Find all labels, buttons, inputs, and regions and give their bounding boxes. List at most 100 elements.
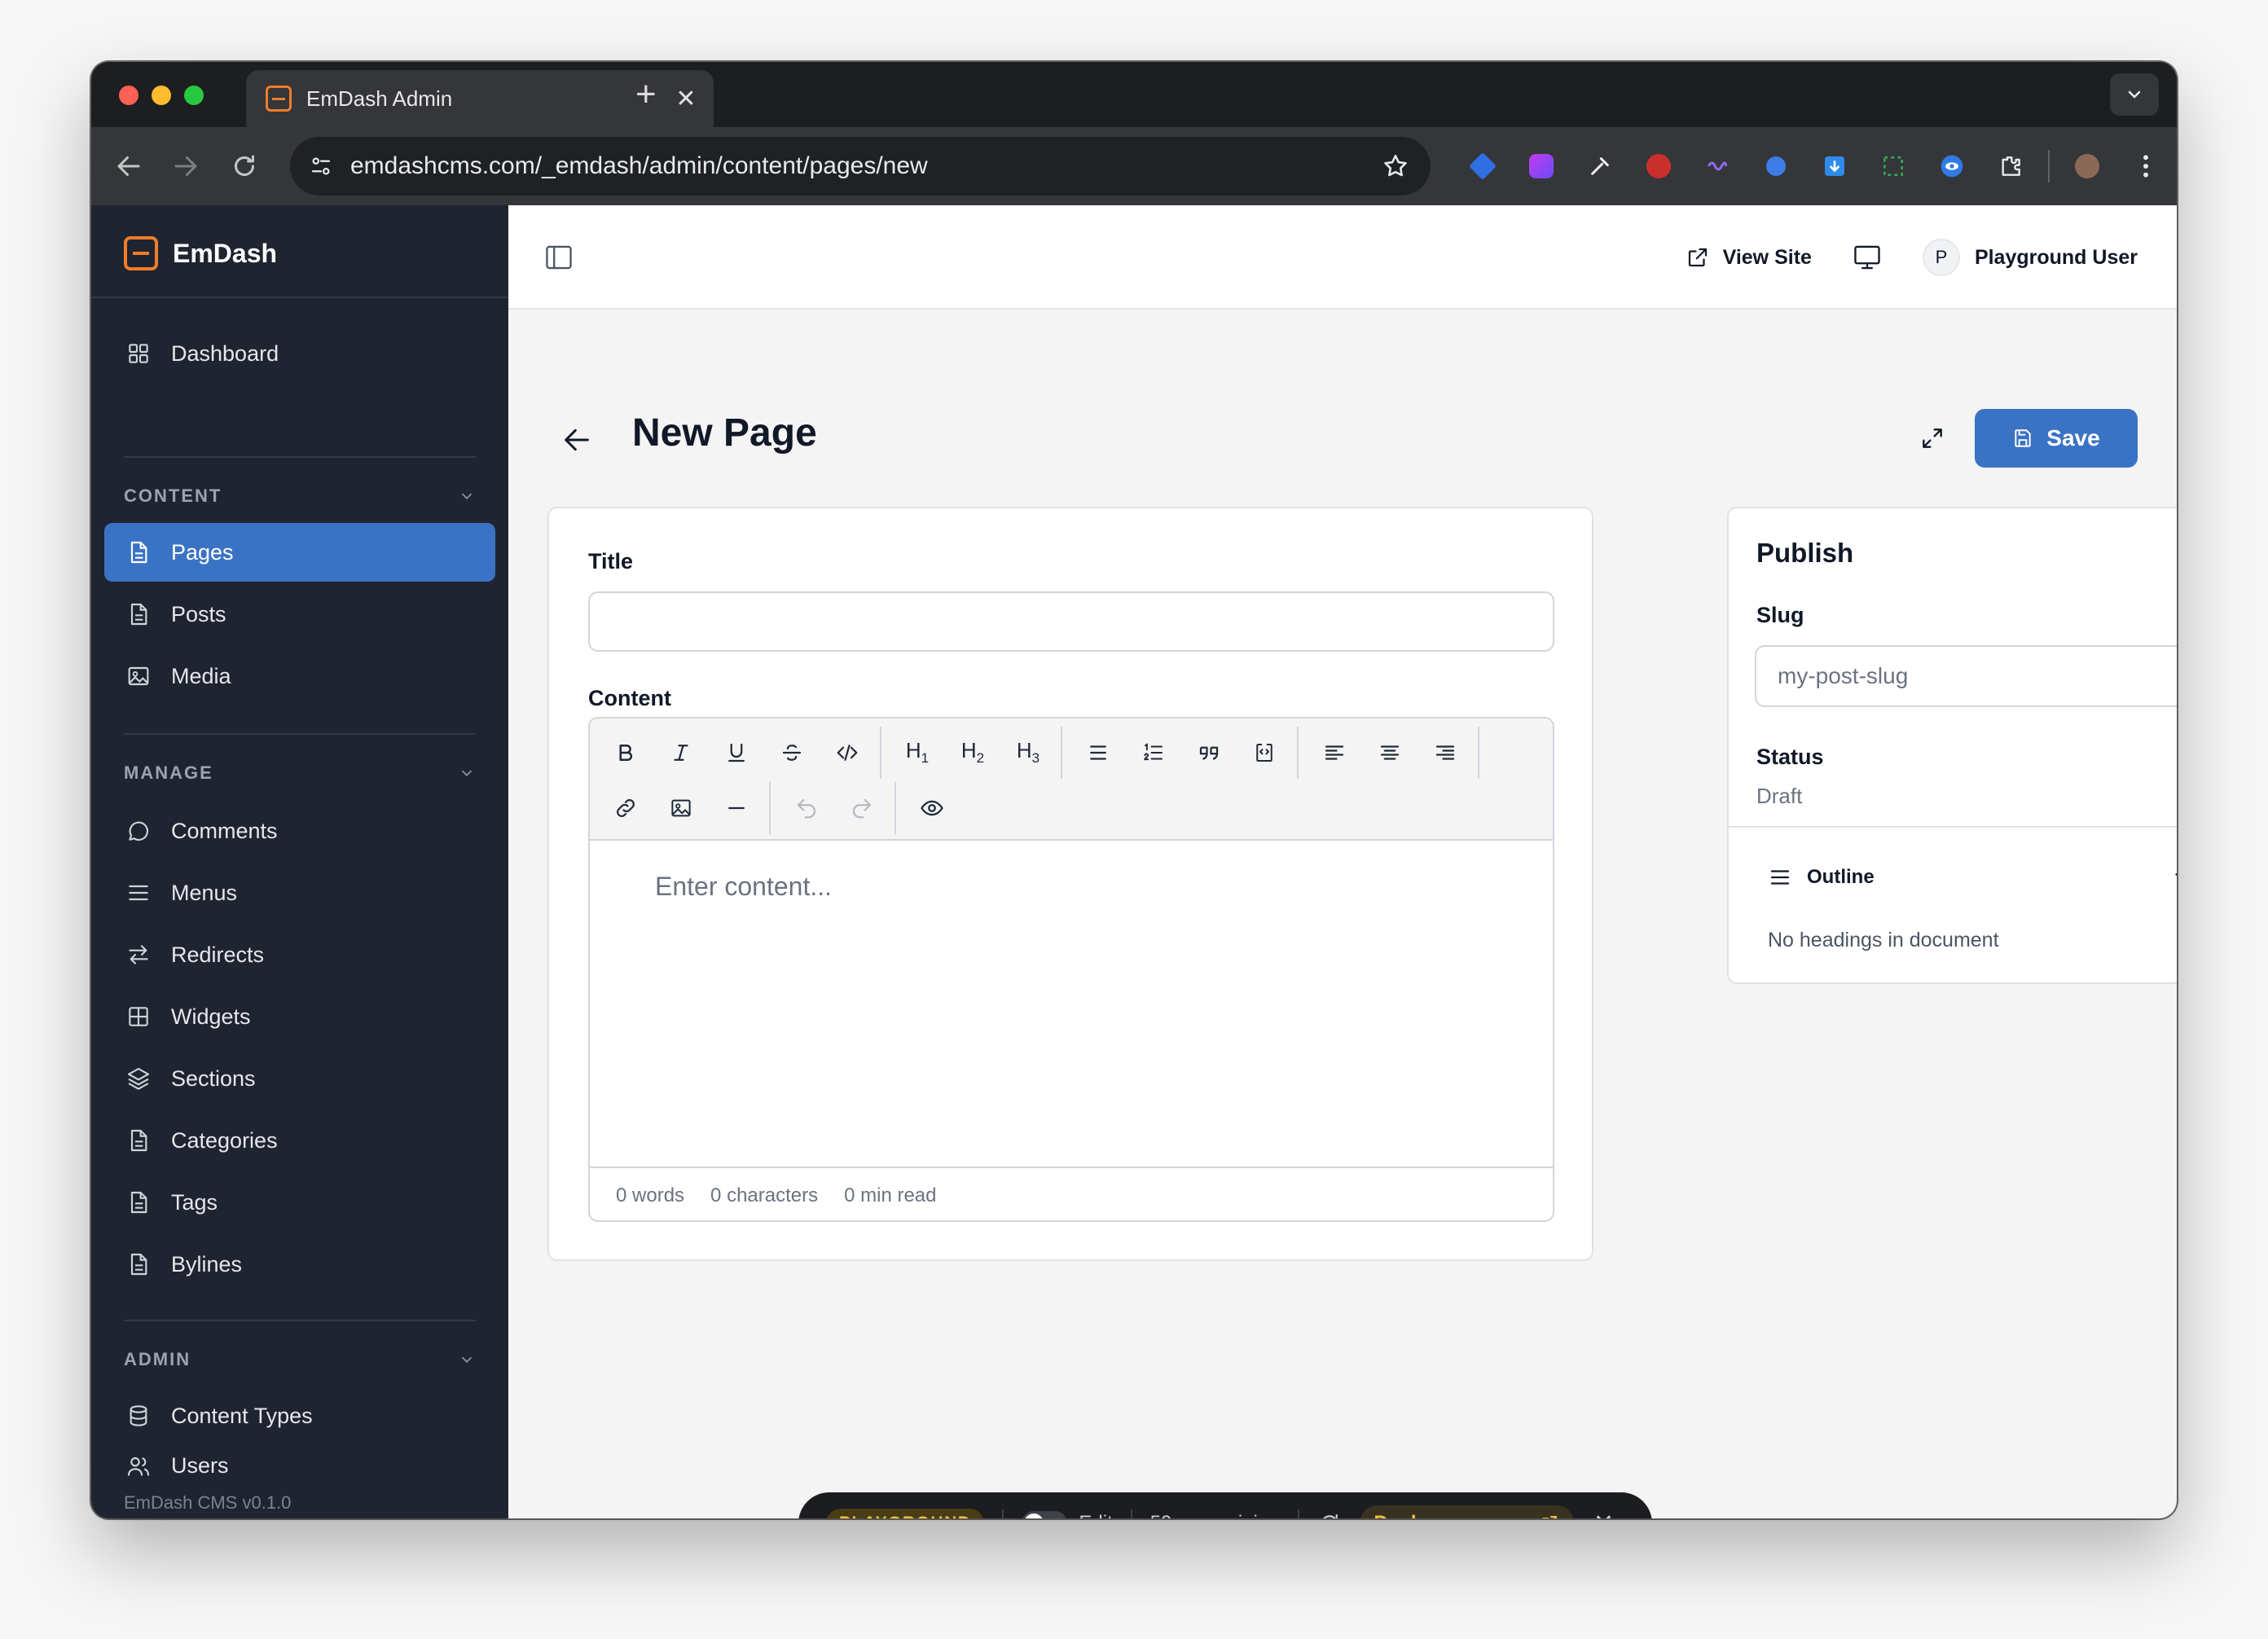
sidebar-item-pages[interactable]: Pages (104, 523, 495, 582)
sidebar-divider (124, 456, 476, 458)
heading-2-button[interactable]: H2 (950, 730, 996, 776)
sidebar-section-content[interactable]: CONTENT (124, 484, 476, 508)
title-input[interactable] (588, 591, 1554, 652)
redo-button[interactable] (839, 785, 885, 831)
user-name[interactable]: Playground User (1975, 246, 2138, 270)
brand[interactable]: EmDash (124, 236, 277, 270)
reload-button[interactable] (230, 152, 259, 181)
deploy-your-own-link[interactable]: Deploy your own (1359, 1505, 1574, 1518)
heading-letter: H (905, 738, 921, 763)
brand-name: EmDash (173, 238, 278, 268)
link-button[interactable] (603, 785, 648, 831)
read-time: 0 min read (844, 1184, 937, 1206)
horizontal-rule-button[interactable] (714, 785, 759, 831)
extensions-puzzle-icon[interactable] (1989, 145, 2032, 187)
edit-toggle[interactable] (1022, 1511, 1068, 1518)
underline-button[interactable] (714, 730, 759, 776)
sidebar-section-admin[interactable]: ADMIN (124, 1347, 476, 1372)
sidebar-item-label: Categories (171, 1127, 278, 1153)
extension-bug-icon[interactable] (1755, 145, 1797, 187)
code-block-button[interactable] (1242, 730, 1287, 776)
sidebar-item-categories[interactable]: Categories (104, 1111, 495, 1170)
extension-screenshot-icon[interactable] (1872, 145, 1914, 187)
italic-button[interactable] (658, 730, 704, 776)
chevron-down-icon (2175, 873, 2177, 877)
toolbar-divider (769, 782, 771, 834)
slug-input[interactable]: my-post-slug (1755, 645, 2177, 707)
chevron-down-icon (461, 1356, 472, 1364)
align-center-button[interactable] (1367, 730, 1413, 776)
sidebar-item-redirects[interactable]: Redirects (104, 925, 495, 984)
sidebar-toggle-button[interactable] (544, 244, 574, 270)
forward-button[interactable] (171, 152, 200, 181)
extension-download-icon[interactable] (1813, 145, 1856, 187)
preview-device-button[interactable] (1853, 244, 1882, 270)
external-link-icon (1688, 248, 1707, 267)
bullet-list-icon (1090, 745, 1106, 760)
close-playground-bar-icon[interactable]: ✕ (1593, 1509, 1614, 1519)
maximize-window-button[interactable] (184, 86, 204, 105)
toolbar-divider (1478, 727, 1479, 779)
sidebar-item-sections[interactable]: Sections (104, 1049, 495, 1108)
extension-red-icon[interactable] (1637, 145, 1680, 187)
outline-toggle[interactable]: Outline (1768, 865, 2177, 890)
content-editable-area[interactable]: Enter content... (655, 872, 832, 902)
sidebar-item-tags[interactable]: Tags (104, 1173, 495, 1232)
blockquote-button[interactable] (1186, 730, 1232, 776)
sidebar-item-media[interactable]: Media (104, 647, 495, 705)
tab-search-button[interactable] (2110, 73, 2159, 116)
extension-purple-icon[interactable] (1520, 145, 1563, 187)
sidebar-item-label: Users (171, 1453, 229, 1478)
sidebar-item-widgets[interactable]: Widgets (104, 987, 495, 1046)
sidebar-section-label: MANAGE (124, 762, 213, 783)
save-button[interactable]: Save (1975, 409, 2138, 468)
address-bar[interactable]: emdashcms.com/_emdash/admin/content/page… (290, 137, 1431, 196)
sidebar-item-bylines[interactable]: Bylines (104, 1235, 495, 1294)
horizontal-rule-icon (728, 806, 745, 810)
minimize-window-button[interactable] (152, 86, 171, 105)
preview-button[interactable] (909, 785, 955, 831)
word-count: 0 words (616, 1184, 685, 1206)
back-button[interactable] (114, 152, 143, 181)
close-window-button[interactable] (119, 86, 138, 105)
ordered-list-button[interactable] (1131, 730, 1176, 776)
extension-eye-icon[interactable] (1931, 145, 1973, 187)
strikethrough-button[interactable] (769, 730, 815, 776)
reset-button[interactable] (1317, 1511, 1342, 1518)
align-left-icon (1325, 745, 1344, 760)
tab-close-icon[interactable]: ✕ (671, 85, 701, 113)
code-button[interactable] (824, 730, 870, 776)
extension-wave-icon[interactable] (1696, 145, 1738, 187)
sidebar-item-comments[interactable]: Comments (104, 802, 495, 860)
undo-button[interactable] (784, 785, 829, 831)
sidebar-item-menus[interactable]: Menus (104, 863, 495, 922)
new-tab-button[interactable]: + (635, 77, 657, 112)
align-right-icon (1435, 745, 1455, 760)
fullscreen-button[interactable] (1919, 425, 1945, 451)
browser-menu-icon[interactable] (2125, 145, 2167, 187)
profile-avatar[interactable] (2066, 145, 2108, 187)
bullet-list-button[interactable] (1075, 730, 1121, 776)
back-button[interactable] (560, 424, 593, 456)
align-right-button[interactable] (1422, 730, 1468, 776)
view-site-link[interactable]: View Site (1686, 245, 1812, 270)
user-avatar[interactable]: P (1922, 239, 1960, 276)
sidebar-section-manage[interactable]: MANAGE (124, 761, 476, 785)
sidebar-item-users[interactable]: Users (104, 1448, 495, 1494)
extension-tag-icon[interactable] (1461, 145, 1504, 187)
sidebar-item-posts[interactable]: Posts (104, 585, 495, 644)
bookmark-star-icon[interactable] (1382, 152, 1409, 180)
sidebar-item-content-types[interactable]: Content Types (104, 1386, 495, 1445)
heading-3-button[interactable]: H3 (1005, 730, 1051, 776)
sidebar-item-dashboard[interactable]: Dashboard (104, 324, 495, 383)
align-left-button[interactable] (1312, 730, 1357, 776)
heading-1-button[interactable]: H1 (894, 730, 940, 776)
title-label: Title (588, 549, 634, 573)
browser-window: EmDash Admin ✕ + emdashcms.com/_emdash/a… (91, 62, 2177, 1518)
extension-eyedropper-icon[interactable] (1579, 145, 1621, 187)
insert-image-button[interactable] (658, 785, 704, 831)
time-remaining: 59m remaining (1150, 1512, 1280, 1518)
sidebar-section-label: CONTENT (124, 486, 222, 506)
bold-button[interactable] (603, 730, 648, 776)
site-settings-icon[interactable] (305, 150, 337, 182)
